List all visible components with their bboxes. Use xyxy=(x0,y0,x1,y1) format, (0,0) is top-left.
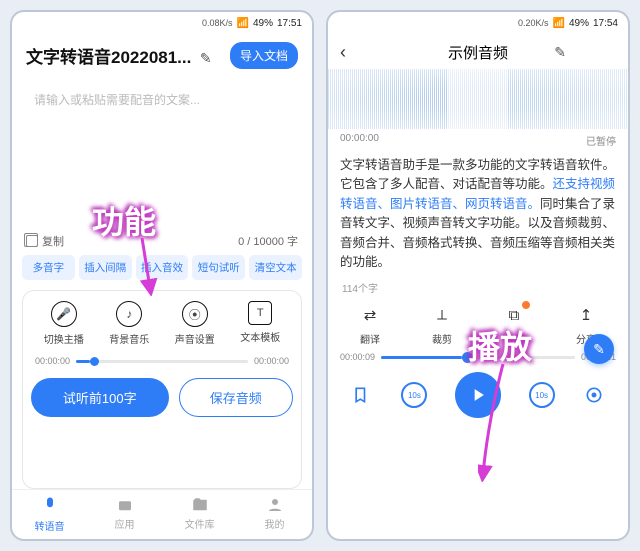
tab-me[interactable]: 我的 xyxy=(237,496,312,533)
preview-100-button[interactable]: 试听前100字 xyxy=(31,378,169,417)
tab-files[interactable]: 文件库 xyxy=(162,496,237,533)
copy-icon: ⧉ xyxy=(502,303,526,327)
crop-icon: ⟂ xyxy=(430,303,454,327)
clock: 17:51 xyxy=(277,18,302,29)
word-count: 114个字 xyxy=(328,276,628,297)
battery-text: 49% xyxy=(569,18,589,29)
translate-icon: ⇄ xyxy=(358,303,382,327)
mic-icon: 🎤 xyxy=(51,301,77,327)
signal-icon: 📶 xyxy=(553,18,565,29)
play-time-start: 00:00:09 xyxy=(340,352,375,362)
text-template[interactable]: T文本模板 xyxy=(240,301,280,346)
copy-icon[interactable] xyxy=(26,235,38,247)
edit-icon[interactable]: ✎ xyxy=(200,50,212,66)
status-bar: 0.20K/s 📶 49% 17:54 xyxy=(328,12,628,34)
badge-dot xyxy=(522,301,530,309)
seek-back-button[interactable]: 10s xyxy=(401,382,427,408)
copy-button[interactable]: ⧉复制 xyxy=(502,303,526,346)
import-button[interactable]: 导入文档 xyxy=(230,42,298,69)
time-end: 00:00:00 xyxy=(254,356,289,366)
text-input[interactable]: 请输入或粘贴需要配音的文案... xyxy=(24,81,300,231)
net-speed: 0.08K/s xyxy=(202,18,233,28)
sound-settings[interactable]: ⦿声音设置 xyxy=(175,301,215,346)
play-slider[interactable] xyxy=(381,356,575,359)
left-phone: 0.08K/s 📶 49% 17:51 文字转语音2022081... ✎ 导入… xyxy=(10,10,314,541)
transcript: 文字转语音助手是一款多功能的文字转语音软件。它包含了多人配音、对话配音等功能。还… xyxy=(340,156,616,272)
translate-button[interactable]: ⇄翻译 xyxy=(358,303,382,346)
page-title: 文字转语音2022081... ✎ xyxy=(26,43,212,68)
wave-status: 已暂停 xyxy=(586,133,616,148)
char-counter: 0 / 10000 字 xyxy=(238,233,298,249)
save-audio-button[interactable]: 保存音频 xyxy=(179,378,294,417)
template-icon: T xyxy=(248,301,272,325)
edit-icon[interactable]: ✎ xyxy=(554,44,566,61)
seek-fwd-button[interactable]: 10s xyxy=(529,382,555,408)
copy-row: 复制 0 / 10000 字 xyxy=(26,233,298,249)
pill-insert-gap[interactable]: 插入间隔 xyxy=(79,255,132,280)
battery-text: 49% xyxy=(253,18,273,29)
copy-label[interactable]: 复制 xyxy=(42,233,64,249)
bottom-panel: 🎤切换主播 ♪背景音乐 ⦿声音设置 T文本模板 00:00:00 00:00:0… xyxy=(22,290,302,489)
signal-icon: 📶 xyxy=(237,18,249,29)
back-icon[interactable]: ‹ xyxy=(340,42,346,63)
pill-clear[interactable]: 清空文本 xyxy=(249,255,302,280)
status-bar: 0.08K/s 📶 49% 17:51 xyxy=(12,12,312,34)
switch-anchor[interactable]: 🎤切换主播 xyxy=(44,301,84,346)
play-button[interactable] xyxy=(455,372,501,418)
page-title: 示例音频 xyxy=(448,42,508,63)
tab-bar: 转语音 应用 文件库 我的 xyxy=(12,489,312,539)
header: ‹ 示例音频 ✎ xyxy=(328,34,628,67)
tab-apps[interactable]: 应用 xyxy=(87,496,162,533)
mark-icon[interactable] xyxy=(350,383,374,407)
progress-slider[interactable] xyxy=(76,360,248,363)
pill-short-preview[interactable]: 短句试听 xyxy=(192,255,245,280)
time-start: 00:00:00 xyxy=(35,356,70,366)
music-icon: ♪ xyxy=(116,301,142,327)
pill-polyphone[interactable]: 多音字 xyxy=(22,255,75,280)
waveform[interactable] xyxy=(328,69,628,129)
clock: 17:54 xyxy=(593,18,618,29)
right-phone: 0.20K/s 📶 49% 17:54 ‹ 示例音频 ✎ 00:00:00 已暂… xyxy=(326,10,630,541)
header: 文字转语音2022081... ✎ 导入文档 xyxy=(12,34,312,75)
player-controls: 10s 10s xyxy=(328,362,628,430)
tab-tts[interactable]: 转语音 xyxy=(12,496,87,533)
bg-music[interactable]: ♪背景音乐 xyxy=(109,301,149,346)
tool-pills: 多音字 插入间隔 插入音效 短句试听 清空文本 xyxy=(12,255,312,286)
edit-fab[interactable]: ✎ xyxy=(584,334,614,364)
share-icon: ↥ xyxy=(574,303,598,327)
net-speed: 0.20K/s xyxy=(518,18,549,28)
crop-button[interactable]: ⟂裁剪 xyxy=(430,303,454,346)
wave-time: 00:00:00 xyxy=(340,133,379,148)
sound-icon: ⦿ xyxy=(182,301,208,327)
pill-insert-sfx[interactable]: 插入音效 xyxy=(136,255,189,280)
action-row: ⇄翻译 ⟂裁剪 ⧉复制 ↥分享 xyxy=(328,297,628,352)
settings-icon[interactable] xyxy=(582,383,606,407)
